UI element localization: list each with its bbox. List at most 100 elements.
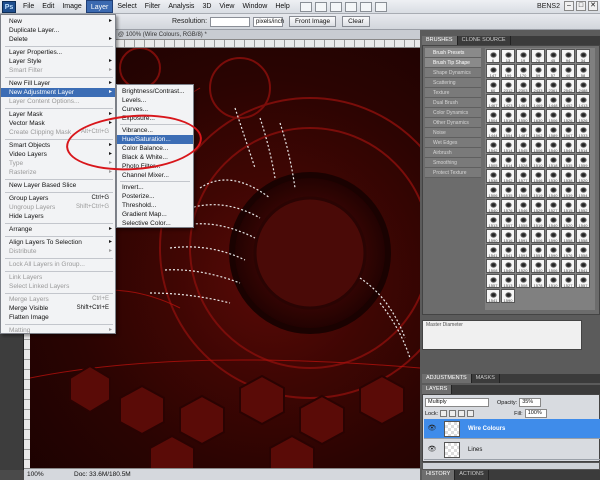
brush-preset-cell[interactable]: 1546 <box>516 199 530 213</box>
brush-preset-cell[interactable]: 1591 <box>516 229 530 243</box>
brush-preset-cell[interactable]: 58 <box>576 64 590 78</box>
layer-menu-merge-visible[interactable]: Merge Visible Shift+Ctrl+E <box>1 304 115 313</box>
front-image-button[interactable]: Front Image <box>289 16 337 27</box>
brush-preset-cell[interactable]: 1506 <box>531 139 545 153</box>
brush-option-protect-texture[interactable]: Protect Texture <box>425 168 481 178</box>
clear-button[interactable]: Clear <box>342 16 370 27</box>
brush-preset-cell[interactable]: 1557 <box>501 214 515 228</box>
brush-preset-cell[interactable]: 45 <box>546 49 560 63</box>
brush-preset-cell[interactable]: 1506 <box>531 229 545 243</box>
brush-preset-cell[interactable]: 2312 <box>501 79 515 93</box>
brush-preset-cell[interactable]: 1505 <box>486 154 500 168</box>
brush-preset-cell[interactable]: 1516 <box>501 109 515 123</box>
brush-preset-cell[interactable]: 1519 <box>561 259 575 273</box>
maximize-button[interactable]: □ <box>576 1 586 11</box>
layer-menu-duplicate-layer[interactable]: Duplicate Layer... <box>1 26 115 35</box>
brush-preset-cell[interactable]: 1557 <box>576 274 590 288</box>
menu-image[interactable]: Image <box>58 0 85 13</box>
brush-preset-cell[interactable]: 1540 <box>546 184 560 198</box>
brush-preset-cell[interactable]: 1535 <box>561 154 575 168</box>
brush-preset-cell[interactable]: 1529 <box>531 199 545 213</box>
brush-preset-cell[interactable]: 1514 <box>501 139 515 153</box>
zoom-level-icon[interactable] <box>329 1 342 12</box>
brush-preset-cell[interactable]: 94 <box>561 49 575 63</box>
launch-bridge-icon[interactable] <box>299 1 312 12</box>
brush-preset-cell[interactable]: 2433 <box>531 79 545 93</box>
brush-preset-cell[interactable]: 1542 <box>486 139 500 153</box>
brush-preset-cell[interactable]: 1506 <box>486 184 500 198</box>
brush-preset-cell[interactable]: 1559 <box>576 154 590 168</box>
lock-pixels-icon[interactable] <box>449 410 457 417</box>
brush-preset-cell[interactable]: 1518 <box>546 154 560 168</box>
tab-clone-source[interactable]: CLONE SOURCE <box>458 36 511 45</box>
launch-minibridge-icon[interactable] <box>314 1 327 12</box>
brush-preset-cell[interactable]: 2361 <box>546 79 560 93</box>
brush-preset-cell[interactable]: 1526 <box>561 109 575 123</box>
visibility-eye-icon[interactable]: 👁 <box>426 423 438 435</box>
layer-menu-new[interactable]: New ▸ <box>1 17 115 26</box>
brush-preset-cell[interactable]: 1552 <box>576 199 590 213</box>
brush-preset-cell[interactable]: 1519 <box>531 184 545 198</box>
brush-preset-cell[interactable]: 1467 <box>486 94 500 108</box>
layer-menu-arrange[interactable]: Arrange ▸ <box>1 225 115 234</box>
brush-preset-cell[interactable]: 2488 <box>576 79 590 93</box>
menu-select[interactable]: Select <box>113 0 140 13</box>
brush-preset-cell[interactable]: 1541 <box>486 289 500 303</box>
brush-preset-cell[interactable]: 1530 <box>546 169 560 183</box>
brush-preset-cell[interactable]: 1444 <box>486 124 500 138</box>
brush-preset-cell[interactable]: 60 <box>486 79 500 93</box>
brush-preset-cell[interactable]: 1544 <box>561 139 575 153</box>
brush-preset-cell[interactable]: 1535 <box>501 184 515 198</box>
layer-menu-hide-layers[interactable]: Hide Layers <box>1 212 115 221</box>
brush-preset-cell[interactable]: 1526 <box>576 109 590 123</box>
brush-preset-cell[interactable]: 1546 <box>531 169 545 183</box>
tab-adjustments[interactable]: ADJUSTMENTS <box>422 374 472 383</box>
tab-layers[interactable]: LAYERS <box>422 385 453 394</box>
brush-preset-cell[interactable]: 1558 <box>561 229 575 243</box>
submenu-brightness-contrast[interactable]: Brightness/Contrast... <box>117 87 193 96</box>
brush-preset-cell[interactable]: 1538 <box>561 169 575 183</box>
brush-preset-cell[interactable]: 1510 <box>531 154 545 168</box>
brush-preset-cell[interactable]: 1558 <box>576 244 590 258</box>
brush-preset-cell[interactable]: 1528 <box>516 154 530 168</box>
menu-file[interactable]: File <box>19 0 38 13</box>
brush-preset-cell[interactable]: 57 <box>546 64 560 78</box>
layer-row-lines[interactable]: 👁 Lines <box>424 440 600 460</box>
brush-preset-cell[interactable]: 1506 <box>546 109 560 123</box>
brush-option-presets[interactable]: Brush Presets <box>425 48 481 58</box>
brush-preset-cell[interactable]: 1554 <box>576 184 590 198</box>
brush-preset-cell[interactable]: 1540 <box>546 139 560 153</box>
brush-option-wet-edges[interactable]: Wet Edges <box>425 138 481 148</box>
brush-option-smoothing[interactable]: Smoothing <box>425 158 481 168</box>
brush-preset-cell[interactable]: 170 <box>516 64 530 78</box>
brush-preset-cell[interactable]: 1542 <box>501 169 515 183</box>
brush-preset-cell[interactable]: 1452 <box>561 94 575 108</box>
brush-preset-cell[interactable]: 1516 <box>501 229 515 243</box>
brush-preset-cell[interactable]: 1555 <box>516 214 530 228</box>
status-doc-size[interactable]: Doc: 33.6M/180.5M <box>54 469 131 480</box>
hand-tool-icon[interactable] <box>344 1 357 12</box>
brush-preset-cell[interactable]: 2303 <box>516 79 530 93</box>
lock-transparency-icon[interactable] <box>440 410 448 417</box>
brush-preset-cell[interactable]: 1567 <box>561 124 575 138</box>
brush-preset-cell[interactable]: 1540 <box>576 214 590 228</box>
close-button[interactable]: ✕ <box>588 1 598 11</box>
brush-preset-cell[interactable]: 1540 <box>501 259 515 273</box>
minimize-button[interactable]: – <box>564 1 574 11</box>
brush-preset-cell[interactable]: 34 <box>576 49 590 63</box>
menu-analysis[interactable]: Analysis <box>164 0 198 13</box>
brush-preset-cell[interactable]: 1508 <box>516 184 530 198</box>
brush-preset-cell[interactable]: 1590 <box>546 229 560 243</box>
brush-preset-cell[interactable]: 1514 <box>576 139 590 153</box>
tab-masks[interactable]: MASKS <box>472 374 500 383</box>
brush-preset-cell[interactable]: 1520 <box>576 169 590 183</box>
brush-preset-cell[interactable]: 1520 <box>561 214 575 228</box>
tab-actions[interactable]: ACTIONS <box>455 470 489 480</box>
submenu-selective-color[interactable]: Selective Color... <box>117 219 193 228</box>
brush-preset-cell[interactable]: 1545 <box>516 139 530 153</box>
resolution-units-select[interactable]: pixels/inch <box>253 16 284 27</box>
brush-preset-cell[interactable]: 1578 <box>531 274 545 288</box>
brush-preset-cell[interactable]: 1510 <box>546 274 560 288</box>
layer-menu-delete[interactable]: Delete ▸ <box>1 35 115 44</box>
brush-preset-cell[interactable]: 1590 <box>501 289 515 303</box>
